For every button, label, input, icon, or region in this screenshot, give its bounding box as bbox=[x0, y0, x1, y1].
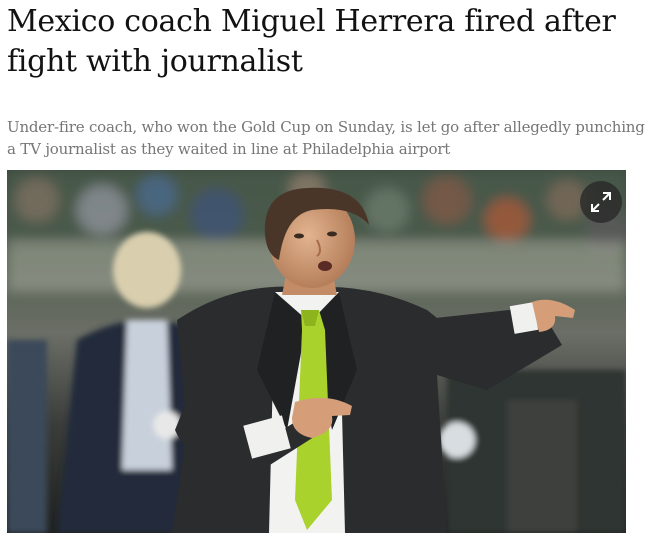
expand-button[interactable] bbox=[580, 181, 622, 223]
article-photo bbox=[7, 170, 626, 533]
article: Mexico coach Miguel Herrera fired after … bbox=[0, 0, 667, 533]
standfirst: Under-fire coach, who won the Gold Cup o… bbox=[7, 118, 645, 158]
expand-icon bbox=[591, 192, 611, 212]
headline: Mexico coach Miguel Herrera fired after … bbox=[7, 4, 616, 79]
main-media[interactable] bbox=[7, 170, 626, 533]
